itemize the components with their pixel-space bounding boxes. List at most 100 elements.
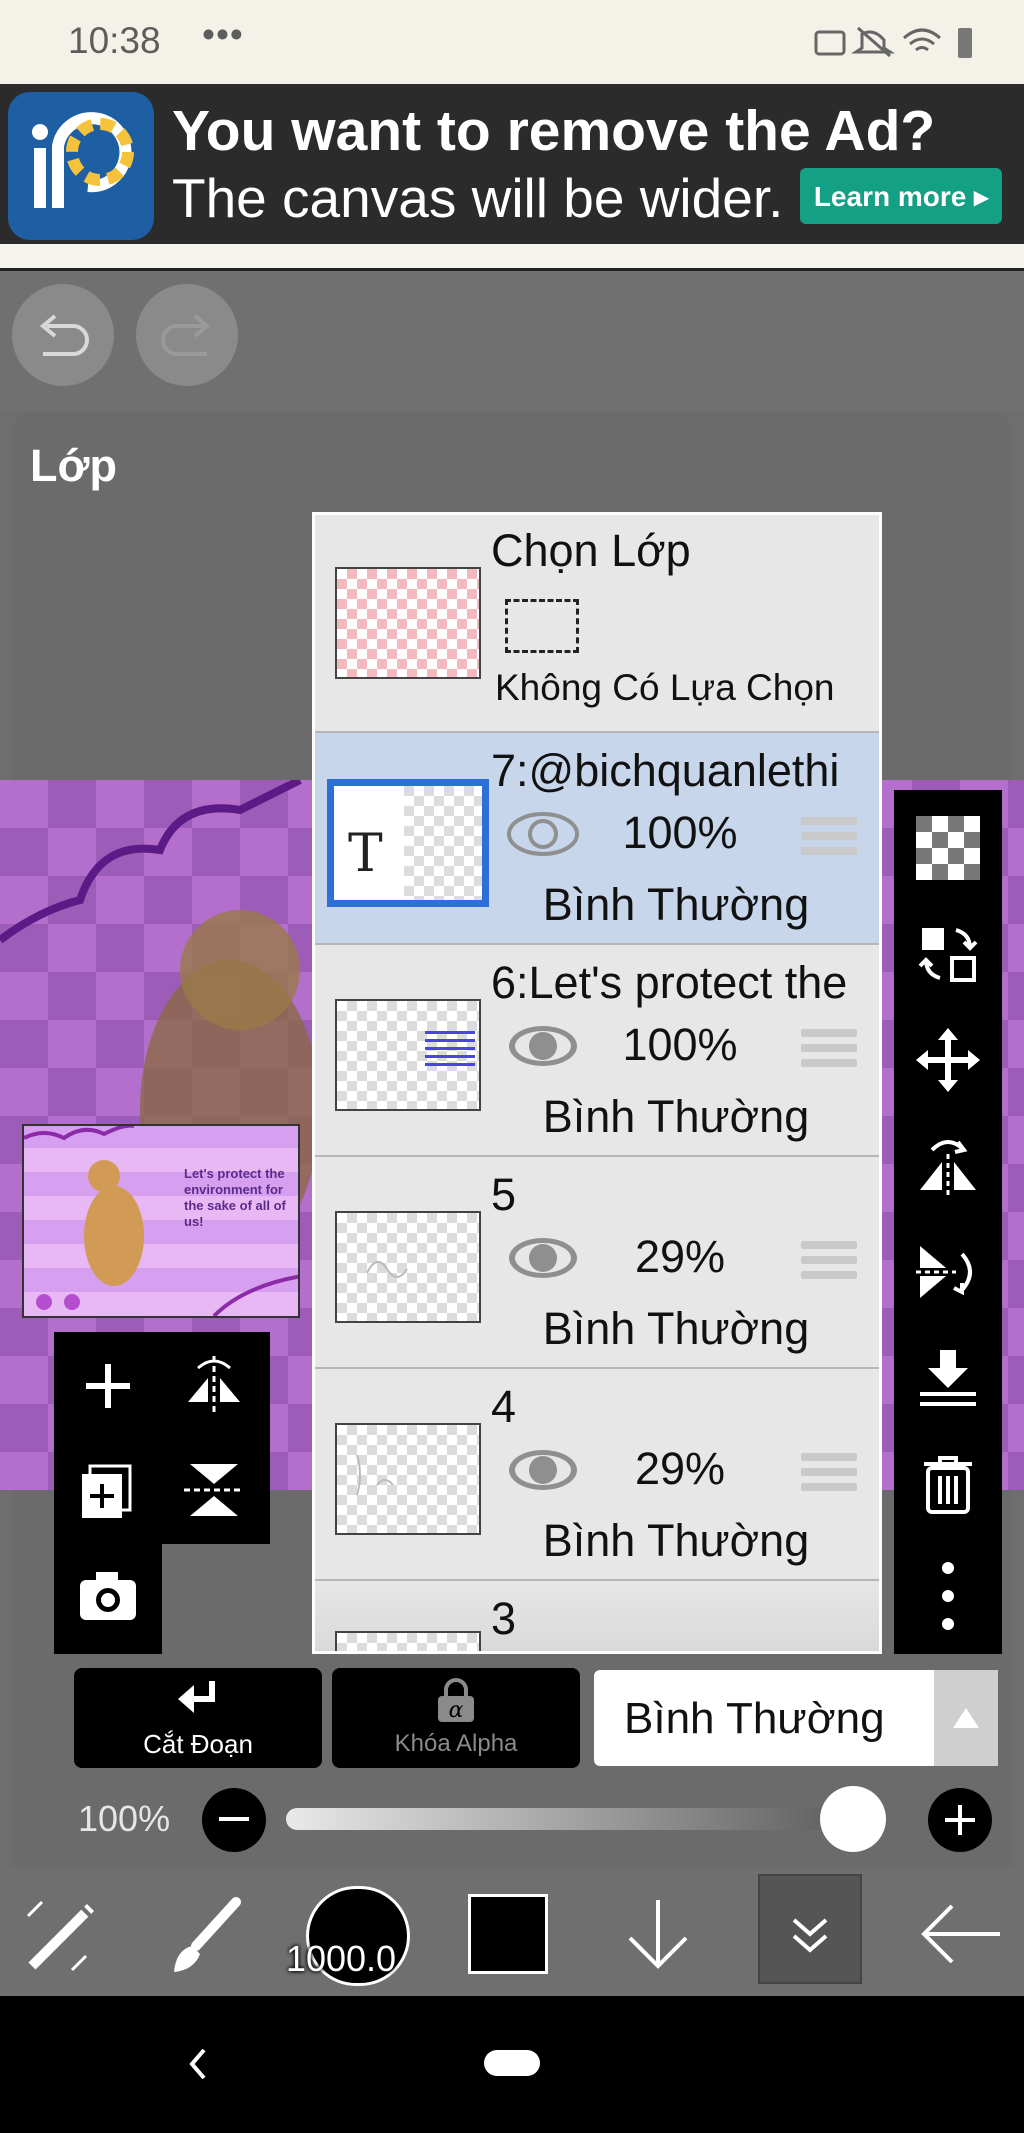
color-swatch-button[interactable] <box>468 1894 548 1974</box>
visibility-eye-icon[interactable] <box>505 1447 581 1493</box>
layer-blend-mode: Bình Thường <box>542 1303 810 1354</box>
ad-banner[interactable]: You want to remove the Ad? The canvas wi… <box>0 84 1024 244</box>
layer-row[interactable]: 3 <box>315 1581 879 1651</box>
layer-down-button[interactable] <box>618 1894 698 1974</box>
more-options-button[interactable] <box>912 1560 984 1632</box>
opacity-increase-button[interactable] <box>928 1788 992 1852</box>
selection-layer-row[interactable]: Chọn Lớp Không Có Lựa Chọn <box>315 515 879 733</box>
visibility-eye-icon[interactable] <box>505 1023 581 1069</box>
drag-handle-icon[interactable] <box>801 1241 857 1283</box>
drag-handle-icon[interactable] <box>801 817 857 859</box>
opacity-slider-thumb[interactable] <box>820 1786 886 1852</box>
trash-icon <box>924 1456 972 1514</box>
plus-icon <box>945 1805 975 1835</box>
clipping-label: Cắt Đoạn <box>143 1728 253 1759</box>
brush-icon <box>174 1897 241 1972</box>
transform-tool-button[interactable] <box>22 1896 102 1976</box>
layer-name: 4 <box>491 1381 517 1432</box>
transparency-button[interactable] <box>912 812 984 884</box>
layer-name: 6:Let's protect the <box>491 957 848 1008</box>
clipping-button[interactable]: Cắt Đoạn <box>74 1668 322 1768</box>
arrow-down-icon <box>628 1900 688 1969</box>
status-time: 10:38 <box>68 20 161 61</box>
flip-vertical-icon <box>916 1246 972 1298</box>
layer-blend-mode: Bình Thường <box>542 879 810 930</box>
duplicate-layer-button[interactable] <box>74 1456 142 1524</box>
layer-thumbnail: T <box>327 779 489 907</box>
flip-vertical-tool-button[interactable] <box>912 1236 984 1308</box>
blend-dropdown-toggle[interactable] <box>934 1670 998 1766</box>
selection-title: Chọn Lớp <box>491 525 691 576</box>
blend-mode-select[interactable]: Bình Thường <box>594 1670 998 1766</box>
checkerboard-icon <box>916 816 980 880</box>
flip-horizontal-tool-button[interactable] <box>912 1130 984 1202</box>
alpha-lock-button[interactable]: α Khóa Alpha <box>332 1668 580 1768</box>
layer-opacity: 29% <box>634 1443 726 1494</box>
brush-size-value: 1000.0 <box>285 1938 397 1979</box>
more-vertical-icon <box>942 1562 954 1630</box>
brush-tool-button[interactable] <box>166 1896 246 1976</box>
selection-marquee-icon <box>505 599 579 653</box>
layer-blend-mode: Bình Thường <box>542 1515 810 1566</box>
layer-row[interactable]: 4 29% Bình Thường <box>315 1369 879 1581</box>
layers-panel-button[interactable] <box>758 1874 862 1984</box>
opacity-slider[interactable] <box>286 1786 886 1852</box>
delete-layer-button[interactable] <box>912 1448 984 1520</box>
layer-list[interactable]: Chọn Lớp Không Có Lựa Chọn T 7:@bichquan… <box>312 512 882 1654</box>
system-home-pill[interactable] <box>484 2050 540 2076</box>
layer-name: 3 <box>491 1593 517 1644</box>
clip-arrow-icon <box>178 1680 215 1713</box>
arrow-left-icon <box>921 1904 1000 1964</box>
text-layer-icon: T <box>348 824 383 884</box>
layer-opacity: 29% <box>634 1231 726 1282</box>
camera-button[interactable] <box>74 1562 142 1630</box>
flip-horizontal-icon <box>920 1140 976 1198</box>
thumbnail-text: Let's protect the environment for the sa… <box>184 1166 286 1229</box>
flip-vertical-icon <box>184 1464 244 1516</box>
merge-down-button[interactable] <box>912 1342 984 1414</box>
flip-vertical-button[interactable] <box>180 1456 248 1524</box>
add-layer-button[interactable] <box>74 1352 142 1420</box>
opacity-value: 100% <box>78 1798 171 1839</box>
redo-button[interactable] <box>136 284 238 386</box>
back-arrow-button[interactable] <box>916 1894 1006 1974</box>
system-back-icon[interactable] <box>186 2046 210 2082</box>
canvas-thumbnail[interactable]: Let's protect the environment for the sa… <box>22 1124 300 1318</box>
swap-layer-button[interactable] <box>912 918 984 990</box>
move-icon <box>916 1028 980 1092</box>
drag-handle-icon[interactable] <box>801 1029 857 1071</box>
layer-row[interactable]: T 7:@bichquanlethi 100% Bình Thường <box>315 733 879 945</box>
opacity-decrease-button[interactable] <box>202 1788 266 1852</box>
swap-icon <box>918 928 978 982</box>
move-button[interactable] <box>912 1024 984 1096</box>
layer-row[interactable]: 5 29% Bình Thường <box>315 1157 879 1369</box>
drag-handle-icon[interactable] <box>801 1453 857 1495</box>
flip-horizontal-icon <box>188 1356 240 1416</box>
double-chevron-down-icon <box>792 1918 828 1953</box>
learn-more-button[interactable]: Learn more ▸ <box>800 168 1002 224</box>
transform-icon <box>26 1900 96 1972</box>
layer-thumbnail <box>335 1631 481 1651</box>
merge-down-icon <box>920 1350 976 1406</box>
layer-opacity: 100% <box>622 1019 738 1070</box>
status-more-icon: ••• <box>202 14 244 55</box>
visibility-eye-icon[interactable] <box>505 811 581 857</box>
undo-button[interactable] <box>12 284 114 386</box>
visibility-eye-icon[interactable] <box>505 1235 581 1281</box>
duplicate-icon <box>82 1464 132 1518</box>
layer-tools-toolbar <box>894 790 1002 1654</box>
undo-icon <box>39 314 89 356</box>
layer-row[interactable]: 6:Let's protect the 100% Bình Thường <box>315 945 879 1157</box>
flip-horizontal-button[interactable] <box>180 1352 248 1420</box>
ad-subline: The canvas will be wider. <box>172 167 784 229</box>
plus-icon <box>86 1364 130 1408</box>
ad-headline: You want to remove the Ad? <box>172 99 936 163</box>
minus-icon <box>219 1817 249 1821</box>
system-navigation-bar <box>0 1996 1024 2133</box>
bottom-toolbar: 1000.0 <box>0 1868 1024 1996</box>
selection-thumbnail <box>335 567 481 679</box>
layer-thumbnail <box>335 1423 481 1535</box>
layer-opacity: 100% <box>622 807 738 858</box>
triangle-up-icon <box>953 1708 979 1728</box>
panel-title: Lớp <box>30 440 117 491</box>
